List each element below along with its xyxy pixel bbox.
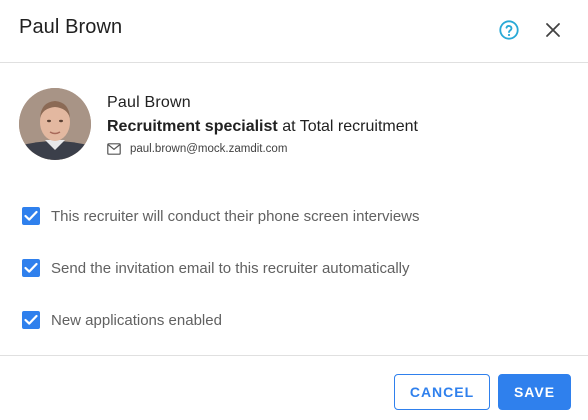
new-applications-label: New applications enabled [51,311,222,329]
invitation-email-checkbox[interactable] [22,259,40,277]
invitation-email-label: Send the invitation email to this recrui… [51,259,410,277]
profile-name: Paul Brown [107,94,191,111]
help-button[interactable] [496,17,522,43]
option-phone-screen[interactable]: This recruiter will conduct their phone … [22,206,420,226]
recruiter-profile: Paul Brown Recruitment specialist at Tot… [19,88,579,163]
mail-icon [107,143,121,155]
profile-email: paul.brown@mock.zamdit.com [130,143,288,155]
cancel-button[interactable]: CANCEL [394,374,490,410]
profile-company: Total recruitment [299,118,418,135]
dialog-footer: CANCEL SAVE [0,355,588,420]
avatar [19,88,91,160]
dialog-title: Paul Brown [19,16,123,38]
profile-role: Recruitment specialist [107,118,278,135]
close-icon [546,23,560,37]
checkmark-icon [24,262,38,273]
phone-screen-checkbox[interactable] [22,207,40,225]
profile-role-line: Recruitment specialist at Total recruitm… [107,118,418,136]
option-new-applications[interactable]: New applications enabled [22,310,222,330]
recruiter-dialog: Paul Brown Paul Brown Recruitment specia… [0,0,588,420]
new-applications-checkbox[interactable] [22,311,40,329]
checkmark-icon [24,210,38,221]
dialog-header: Paul Brown [0,0,588,63]
option-invitation-email[interactable]: Send the invitation email to this recrui… [22,258,410,278]
close-button[interactable] [540,17,566,43]
profile-email-line: paul.brown@mock.zamdit.com [107,143,287,155]
checkmark-icon [24,314,38,325]
help-circle-icon [499,20,519,40]
save-button[interactable]: SAVE [498,374,571,410]
profile-company-connector: at [282,118,296,135]
phone-screen-label: This recruiter will conduct their phone … [51,207,420,225]
